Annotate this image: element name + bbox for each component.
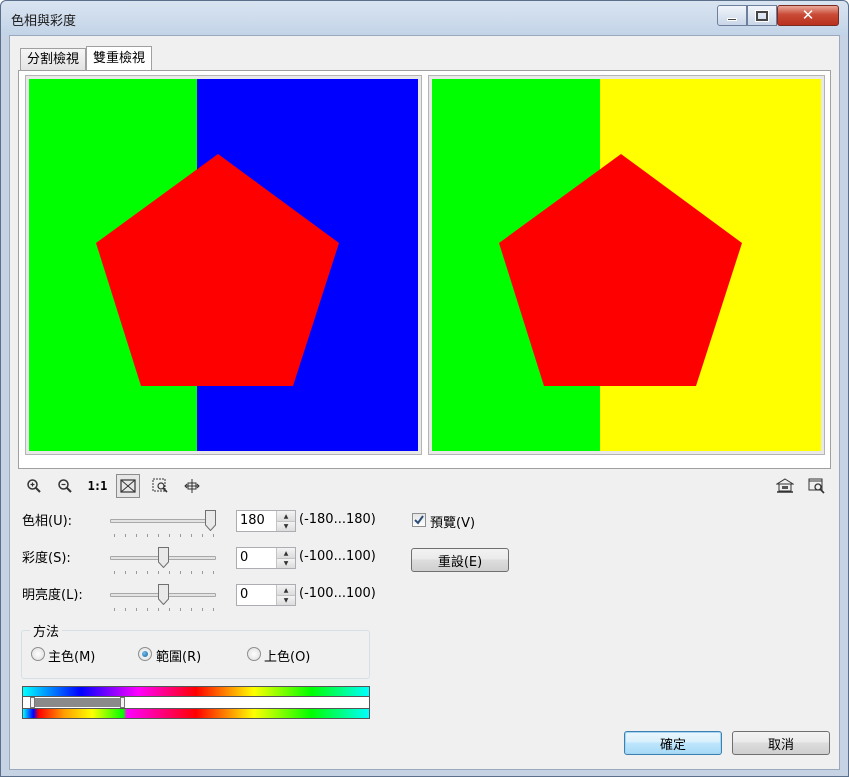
preview-checkbox-label[interactable]: 預覽(V) (430, 512, 475, 531)
hue-range: (-180...180) (299, 512, 376, 527)
radio-colorize-label[interactable]: 上色(O) (264, 646, 310, 665)
saturation-value: 0 (240, 550, 249, 565)
hue-down-button[interactable]: ▼ (276, 521, 295, 531)
radio-master[interactable] (31, 647, 45, 661)
actual-size-label: 1:1 (87, 479, 108, 493)
hue-slider-ticks (114, 534, 214, 537)
ok-button[interactable]: 確定 (624, 731, 722, 755)
tab-dual-view[interactable]: 雙重檢視 (86, 46, 153, 70)
saturation-down-button[interactable]: ▼ (276, 558, 295, 568)
reset-button[interactable]: 重設(E) (411, 548, 509, 572)
result-hue-bar (22, 708, 370, 719)
hue-value: 180 (240, 513, 265, 528)
saturation-range: (-100...100) (299, 549, 376, 564)
hue-range-right-handle[interactable] (120, 697, 125, 708)
hue-label: 色相(U): (22, 514, 73, 529)
lightness-spinner: ▲ ▼ (276, 585, 295, 605)
hue-range-left-handle[interactable] (30, 697, 35, 708)
lightness-slider-ticks (114, 608, 214, 611)
lightness-value: 0 (240, 587, 249, 602)
radio-master-label[interactable]: 主色(M) (48, 646, 95, 665)
radio-colorize[interactable] (247, 647, 261, 661)
saturation-slider-ticks (114, 571, 214, 574)
saturation-slider[interactable] (110, 547, 220, 577)
saturation-value-input[interactable]: 0 ▲ ▼ (236, 547, 296, 569)
saturation-slider-thumb[interactable] (157, 547, 169, 569)
dialog-window: 色相與彩度 ✕ 分割檢視 雙重檢視 1:1 色相(U): 180 ▲ ▼ (-1… (0, 0, 849, 777)
hue-slider-thumb[interactable] (205, 510, 216, 532)
preview-panel (18, 70, 831, 469)
lightness-slider-thumb[interactable] (157, 584, 169, 606)
pan-icon[interactable] (180, 474, 204, 498)
radio-range[interactable] (138, 647, 152, 661)
dialog-body: 分割檢視 雙重檢視 1:1 色相(U): 180 ▲ ▼ (-180...180… (9, 35, 840, 770)
hue-up-button[interactable]: ▲ (276, 511, 295, 521)
zoom-out-icon[interactable] (53, 474, 77, 498)
close-icon: ✕ (801, 6, 815, 24)
lightness-range: (-100...100) (299, 586, 376, 601)
lightness-slider[interactable] (110, 584, 220, 614)
zoom-region-icon[interactable] (148, 474, 172, 498)
lightness-up-button[interactable]: ▲ (276, 585, 295, 595)
hue-slider[interactable] (110, 510, 220, 540)
actual-size-button[interactable]: 1:1 (85, 474, 109, 498)
hue-range-selector[interactable] (22, 697, 370, 708)
fit-window-icon[interactable] (116, 474, 140, 498)
lightness-label: 明亮度(L): (22, 588, 83, 603)
minimize-button[interactable] (717, 5, 747, 26)
saturation-spinner: ▲ ▼ (276, 548, 295, 568)
preview-checkbox[interactable] (412, 513, 426, 527)
after-image (432, 79, 821, 451)
radio-range-label[interactable]: 範圍(R) (156, 646, 201, 665)
maximize-icon (755, 9, 769, 22)
maximize-button[interactable] (747, 5, 777, 26)
cancel-button[interactable]: 取消 (732, 731, 830, 755)
tab-split-view[interactable]: 分割檢視 (20, 48, 87, 70)
lightness-down-button[interactable]: ▼ (276, 595, 295, 605)
after-preview[interactable] (428, 75, 825, 455)
source-hue-bar (22, 686, 370, 697)
before-image (29, 79, 418, 451)
hue-value-input[interactable]: 180 ▲ ▼ (236, 510, 296, 532)
zoom-in-icon[interactable] (22, 474, 46, 498)
minimize-icon (727, 18, 737, 21)
hue-range-fill (35, 698, 120, 707)
checkmark-icon (414, 515, 424, 525)
hue-spinner: ▲ ▼ (276, 511, 295, 531)
tab-strip: 分割檢視 雙重檢視 (20, 46, 153, 70)
preview-window-icon[interactable] (805, 474, 829, 498)
window-title: 色相與彩度 (11, 14, 77, 29)
saturation-up-button[interactable]: ▲ (276, 548, 295, 558)
title-bar[interactable]: 色相與彩度 ✕ (1, 1, 848, 35)
load-preset-icon[interactable] (773, 474, 797, 498)
saturation-label: 彩度(S): (22, 551, 71, 566)
before-preview[interactable] (25, 75, 422, 455)
lightness-value-input[interactable]: 0 ▲ ▼ (236, 584, 296, 606)
method-group-title: 方法 (30, 621, 63, 640)
close-button[interactable]: ✕ (777, 5, 839, 26)
hue-slider-track (110, 519, 216, 523)
